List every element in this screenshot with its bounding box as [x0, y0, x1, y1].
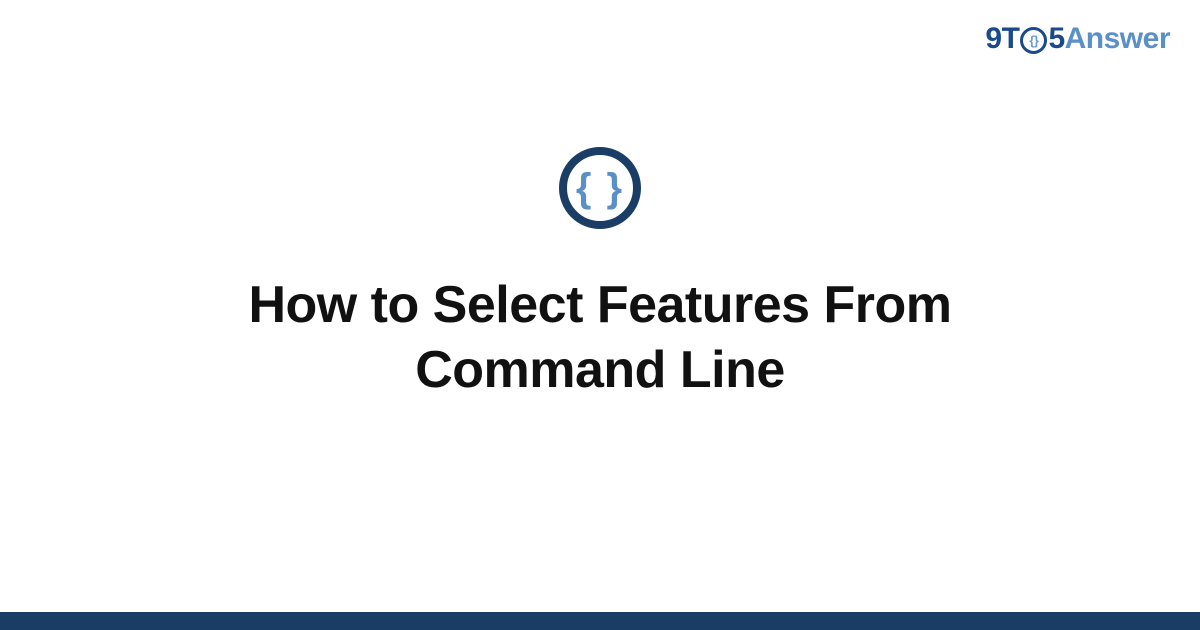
page-title: How to Select Features From Command Line — [150, 273, 1050, 403]
main-content: { } How to Select Features From Command … — [0, 0, 1200, 630]
topic-icon-circle: { } — [559, 147, 641, 229]
braces-icon: { } — [576, 168, 624, 208]
bottom-accent-bar — [0, 612, 1200, 630]
